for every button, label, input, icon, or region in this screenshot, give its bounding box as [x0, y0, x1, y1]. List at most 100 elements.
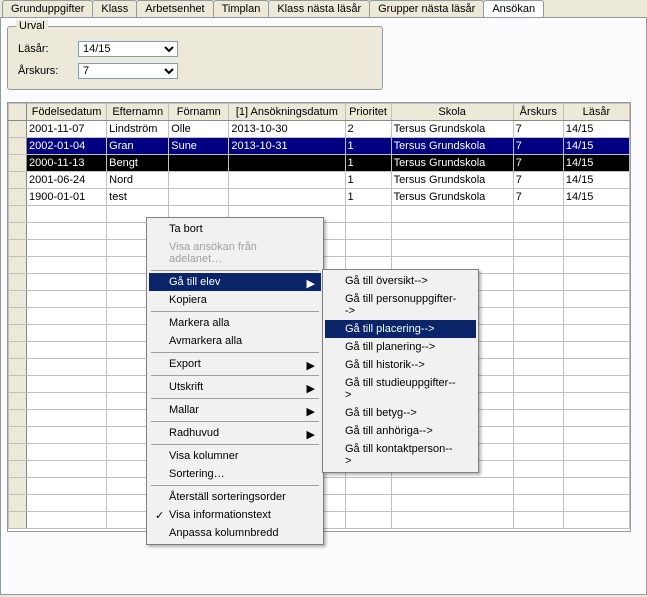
cell[interactable] [391, 206, 513, 223]
cell[interactable] [27, 478, 107, 495]
cell[interactable] [563, 512, 629, 529]
cell[interactable] [563, 325, 629, 342]
cell[interactable]: 14/15 [563, 189, 629, 206]
cell[interactable] [27, 495, 107, 512]
lasar-select[interactable]: 14/15 [78, 41, 178, 57]
sub-anhoriga[interactable]: Gå till anhöriga--> [325, 422, 476, 440]
cell[interactable] [27, 427, 107, 444]
cell[interactable] [27, 308, 107, 325]
cell[interactable] [27, 461, 107, 478]
sub-personuppgifter[interactable]: Gå till personuppgifter--> [325, 290, 476, 320]
row-header[interactable] [9, 512, 27, 529]
cell[interactable] [27, 257, 107, 274]
row-header[interactable] [9, 206, 27, 223]
row-header[interactable] [9, 427, 27, 444]
cell[interactable]: 14/15 [563, 138, 629, 155]
cell[interactable]: 2000-11-13 [27, 155, 107, 172]
cell[interactable] [513, 325, 563, 342]
cell[interactable] [563, 495, 629, 512]
ctx-mallar[interactable]: Mallar ▶ [149, 401, 321, 419]
cell[interactable] [169, 155, 229, 172]
tab-grunduppgifter[interactable]: Grunduppgifter [2, 0, 93, 17]
cell[interactable]: 1 [345, 189, 391, 206]
cell[interactable]: 14/15 [563, 121, 629, 138]
cell[interactable] [563, 461, 629, 478]
row-header[interactable] [9, 393, 27, 410]
cell[interactable] [513, 206, 563, 223]
cell[interactable]: 2001-11-07 [27, 121, 107, 138]
cell[interactable] [563, 274, 629, 291]
cell[interactable] [563, 206, 629, 223]
cell[interactable]: 2002-01-04 [27, 138, 107, 155]
cell[interactable] [563, 291, 629, 308]
cell[interactable] [513, 376, 563, 393]
cell[interactable] [513, 512, 563, 529]
cell[interactable] [229, 172, 345, 189]
cell[interactable] [513, 495, 563, 512]
ctx-export[interactable]: Export ▶ [149, 355, 321, 373]
cell[interactable] [513, 427, 563, 444]
row-header[interactable] [9, 291, 27, 308]
row-header[interactable] [9, 155, 27, 172]
cell[interactable] [391, 512, 513, 529]
ctx-kopiera[interactable]: Kopiera [149, 291, 321, 309]
col-ansokningsdatum[interactable]: [1] Ansökningsdatum [229, 104, 345, 121]
tab-grupper-nasta[interactable]: Grupper nästa läsår [369, 0, 484, 17]
cell[interactable]: 1 [345, 155, 391, 172]
cell[interactable] [27, 410, 107, 427]
cell[interactable] [27, 376, 107, 393]
col-lasar[interactable]: Läsår [563, 104, 629, 121]
cell[interactable] [563, 444, 629, 461]
ctx-anpassa[interactable]: Anpassa kolumnbredd [149, 524, 321, 542]
cell[interactable] [391, 495, 513, 512]
cell[interactable] [563, 359, 629, 376]
ctx-ga-till-elev[interactable]: Gå till elev ▶ [149, 273, 321, 291]
cell[interactable]: 14/15 [563, 155, 629, 172]
row-header[interactable] [9, 138, 27, 155]
cell[interactable] [169, 189, 229, 206]
row-header[interactable] [9, 274, 27, 291]
sub-betyg[interactable]: Gå till betyg--> [325, 404, 476, 422]
cell[interactable] [345, 223, 391, 240]
col-skola[interactable]: Skola [391, 104, 513, 121]
cell[interactable] [513, 240, 563, 257]
cell[interactable] [513, 444, 563, 461]
cell[interactable]: 2 [345, 121, 391, 138]
row-header[interactable] [9, 257, 27, 274]
cell[interactable] [345, 478, 391, 495]
cell[interactable] [563, 427, 629, 444]
cell[interactable] [27, 223, 107, 240]
ctx-ta-bort[interactable]: Ta bort [149, 220, 321, 238]
tab-klass[interactable]: Klass [92, 0, 137, 17]
tab-timplan[interactable]: Timplan [213, 0, 270, 17]
sub-oversikt[interactable]: Gå till översikt--> [325, 272, 476, 290]
cell[interactable]: Gran [107, 138, 169, 155]
cell[interactable] [391, 240, 513, 257]
cell[interactable] [513, 478, 563, 495]
cell[interactable] [391, 478, 513, 495]
cell[interactable] [345, 240, 391, 257]
cell[interactable]: Tersus Grundskola [391, 172, 513, 189]
tab-klass-nasta[interactable]: Klass nästa läsår [268, 0, 370, 17]
col-efternamn[interactable]: Efternamn [107, 104, 169, 121]
table-row[interactable]: 1900-01-01test1Tersus Grundskola714/15 [9, 189, 630, 206]
row-header[interactable] [9, 172, 27, 189]
cell[interactable]: Olle [169, 121, 229, 138]
tab-ansokan[interactable]: Ansökan [483, 0, 544, 17]
cell[interactable] [563, 342, 629, 359]
col-arskurs[interactable]: Årskurs [513, 104, 563, 121]
cell[interactable] [229, 155, 345, 172]
cell[interactable] [27, 359, 107, 376]
sub-placering[interactable]: Gå till placering--> [325, 320, 476, 338]
cell[interactable] [27, 393, 107, 410]
cell[interactable] [513, 257, 563, 274]
cell[interactable] [513, 359, 563, 376]
cell[interactable] [563, 308, 629, 325]
cell[interactable] [563, 393, 629, 410]
table-row[interactable]: 2001-06-24Nord1Tersus Grundskola714/15 [9, 172, 630, 189]
cell[interactable]: 7 [513, 189, 563, 206]
cell[interactable] [513, 291, 563, 308]
arskurs-select[interactable]: 7 [78, 63, 178, 79]
col-prioritet[interactable]: Prioritet [345, 104, 391, 121]
row-header[interactable] [9, 325, 27, 342]
